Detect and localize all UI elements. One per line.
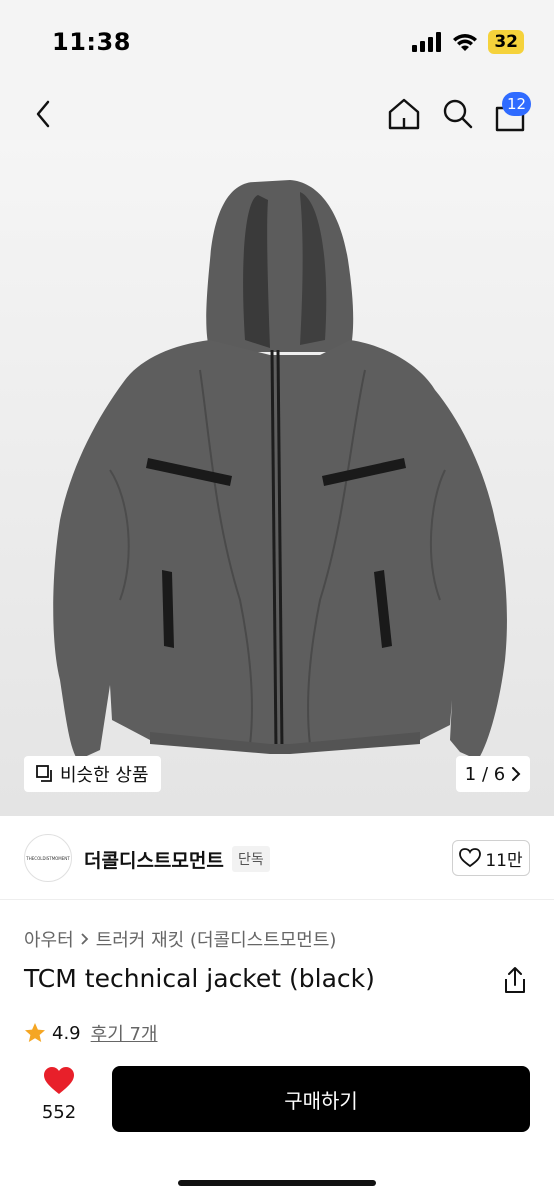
- home-icon: [388, 98, 420, 130]
- image-pager[interactable]: 1 / 6: [456, 756, 530, 792]
- chevron-right-icon: [81, 933, 88, 945]
- copy-icon: [36, 765, 52, 782]
- home-indicator: [178, 1180, 376, 1186]
- heart-outline-icon: [459, 848, 482, 868]
- status-icons: 32: [412, 30, 524, 54]
- wishlist-count: 552: [41, 1102, 77, 1123]
- search-button[interactable]: [438, 94, 478, 134]
- rating-row: 4.9 후기 7개: [24, 1020, 158, 1046]
- exclusive-tag: 단독: [232, 846, 270, 872]
- heart-filled-icon: [44, 1067, 74, 1094]
- back-button[interactable]: [28, 94, 58, 134]
- breadcrumb: 아우터 트러커 재킷 (더콜디스트모먼트): [24, 926, 336, 952]
- store-logo-text: THECOLDISTMOMENT: [26, 855, 70, 861]
- follow-like-button[interactable]: 11만: [452, 840, 530, 876]
- store-logo[interactable]: THECOLDISTMOMENT: [24, 834, 72, 882]
- signal-icon: [412, 32, 442, 52]
- review-link[interactable]: 후기 7개: [91, 1020, 158, 1046]
- rating-value: 4.9: [52, 1022, 81, 1044]
- nav-bar: [0, 88, 554, 140]
- wishlist-button[interactable]: 552: [24, 1066, 94, 1130]
- similar-products-button[interactable]: 비슷한 상품: [24, 756, 161, 792]
- product-title: TCM technical jacket (black): [24, 964, 375, 993]
- wifi-icon: [453, 34, 478, 51]
- buy-button[interactable]: 구매하기: [112, 1066, 530, 1132]
- battery-indicator: 32: [488, 30, 524, 54]
- status-bar: 11:38 32: [0, 0, 554, 88]
- jacket-illustration: [0, 140, 554, 816]
- star-icon: [25, 1023, 45, 1042]
- chevron-right-icon: [512, 767, 521, 781]
- page-indicator: 1 / 6: [464, 763, 506, 785]
- share-icon: [505, 967, 525, 993]
- store-row[interactable]: THECOLDISTMOMENT 더콜디스트모먼트 단독 11만: [0, 816, 554, 900]
- similar-products-label: 비슷한 상품: [60, 765, 149, 786]
- product-image[interactable]: [0, 140, 554, 816]
- status-time: 11:38: [52, 28, 131, 56]
- breadcrumb-subcategory[interactable]: 트러커 재킷 (더콜디스트모먼트): [96, 926, 337, 952]
- breadcrumb-category[interactable]: 아우터: [24, 926, 74, 952]
- chevron-left-icon: [36, 100, 50, 128]
- like-count: 11만: [485, 850, 523, 871]
- home-button[interactable]: [384, 94, 424, 134]
- cart-count-badge: 12: [502, 92, 532, 116]
- store-name[interactable]: 더콜디스트모먼트: [84, 846, 224, 873]
- share-button[interactable]: [500, 966, 530, 996]
- search-icon: [443, 99, 473, 129]
